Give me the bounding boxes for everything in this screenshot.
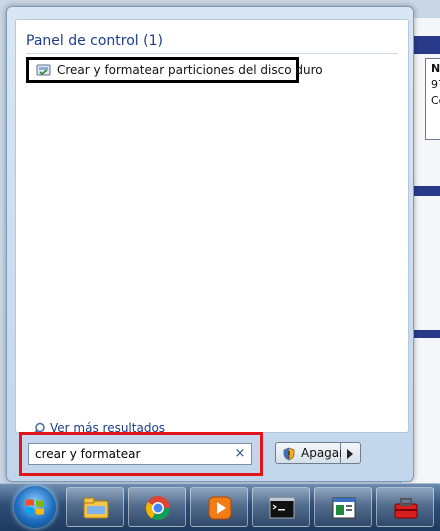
taskbar-window-button[interactable] — [314, 487, 372, 527]
media-player-icon — [208, 496, 232, 520]
shutdown-button[interactable]: Apagar — [275, 442, 345, 464]
taskbar-toolbox-button[interactable] — [376, 487, 434, 527]
toolbox-icon — [394, 498, 418, 519]
start-button[interactable] — [14, 486, 56, 528]
background-window-text-2: 97 — [431, 78, 440, 91]
search-results-pane: Panel de control (1) Crear y formatear p… — [15, 19, 409, 436]
search-highlight-frame: × — [19, 432, 263, 476]
explorer-icon — [83, 497, 109, 519]
window-icon — [332, 497, 356, 519]
divider — [26, 53, 398, 54]
result-item-disk-partitions[interactable]: Crear y formatear particiones del disco … — [26, 57, 323, 83]
uac-shield-icon — [282, 446, 296, 461]
shutdown-options-button[interactable] — [341, 442, 361, 464]
background-window-text-3: Co — [431, 94, 440, 107]
shutdown-label: Apagar — [301, 446, 345, 460]
results-category-heading[interactable]: Panel de control (1) — [26, 33, 163, 49]
taskbar-chrome-button[interactable] — [128, 487, 186, 527]
search-box: × — [28, 443, 252, 465]
disk-management-icon — [36, 63, 51, 78]
clear-search-icon[interactable]: × — [233, 446, 247, 462]
taskbar-media-player-button[interactable] — [190, 487, 248, 527]
result-item-label: Crear y formatear particiones del disco … — [57, 63, 323, 77]
windows-logo-icon — [26, 499, 44, 515]
chrome-icon — [145, 496, 170, 521]
start-menu: Panel de control (1) Crear y formatear p… — [6, 6, 414, 482]
taskbar-explorer-button[interactable] — [66, 487, 124, 527]
background-window-text-1: N — [431, 62, 440, 75]
chevron-right-icon — [347, 449, 353, 459]
cmd-icon — [269, 497, 295, 519]
taskbar-cmd-button[interactable] — [252, 487, 310, 527]
search-input[interactable] — [29, 444, 231, 464]
taskbar — [0, 483, 440, 531]
